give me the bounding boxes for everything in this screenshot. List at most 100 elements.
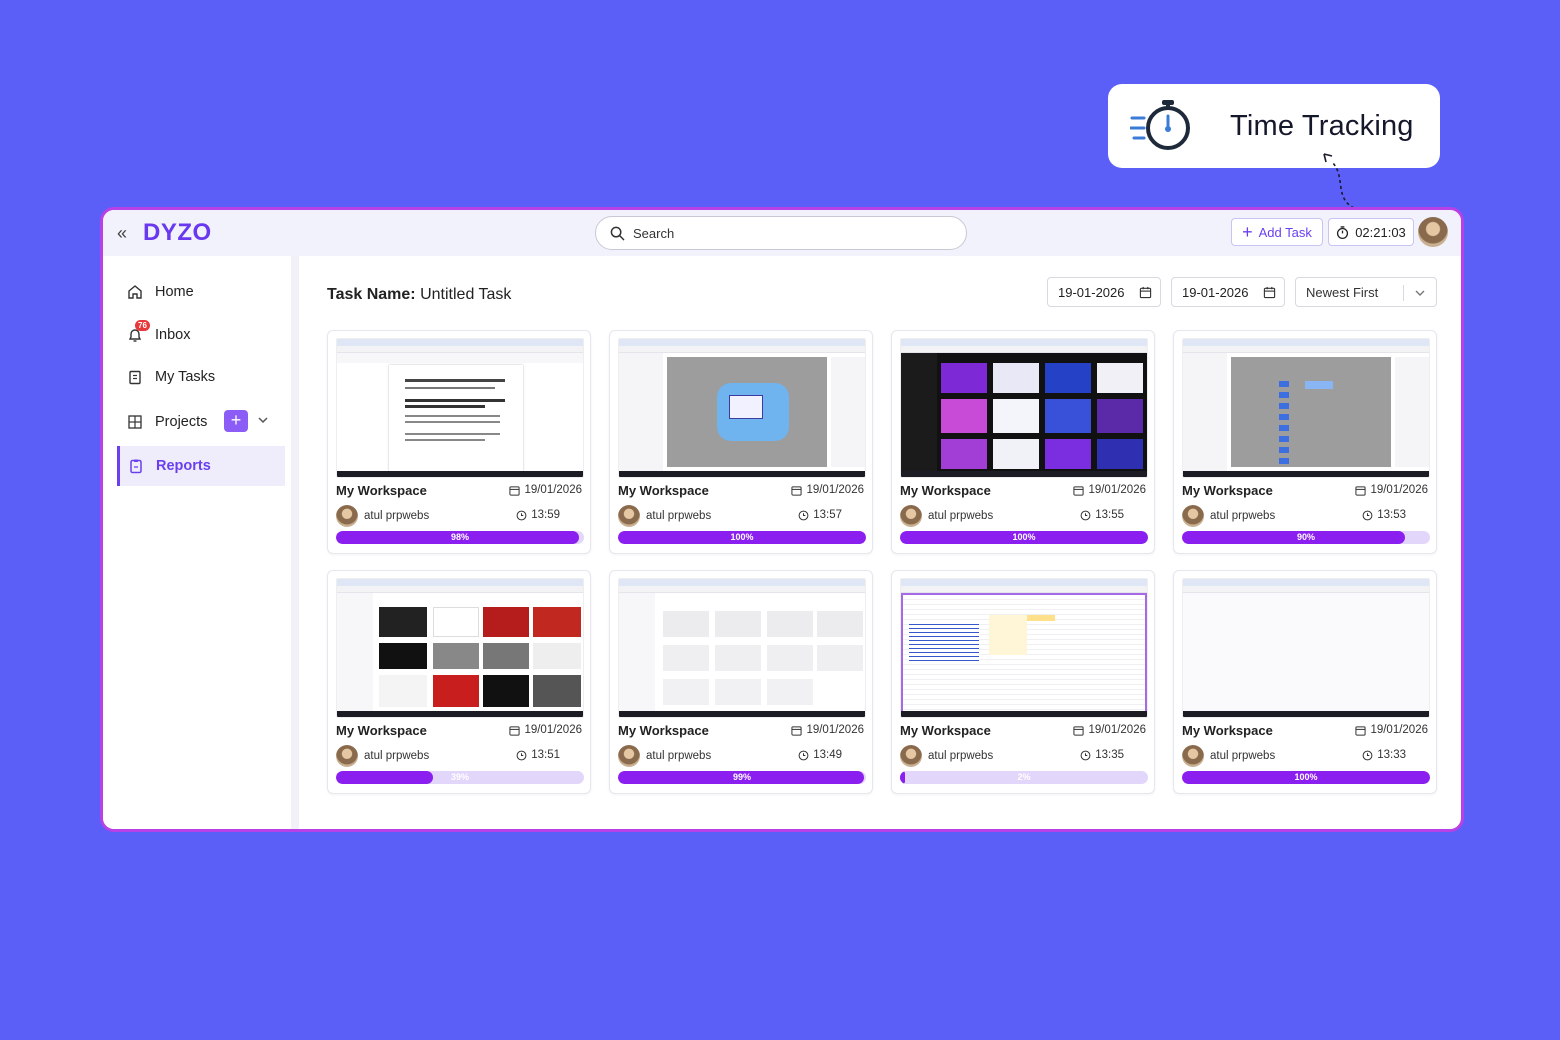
time-value: 13:55 — [1095, 509, 1124, 521]
user-avatar — [336, 745, 358, 767]
date-value: 19/01/2026 — [524, 484, 582, 496]
capture-time: 13:53 — [1362, 509, 1406, 521]
user-avatar[interactable] — [1418, 217, 1448, 247]
screenshot-card[interactable]: My Workspace 19/01/2026 atul prpwebs 13:59 9… — [327, 330, 591, 554]
screenshot-thumbnail[interactable] — [1182, 338, 1430, 478]
add-task-button[interactable]: + Add Task — [1231, 218, 1323, 246]
capture-date: 19/01/2026 — [1073, 484, 1146, 496]
screenshot-thumbnail[interactable] — [900, 338, 1148, 478]
user-name: atul prpwebs — [928, 750, 994, 762]
time-value: 13:49 — [813, 749, 842, 761]
screenshot-card[interactable]: My Workspace 19/01/2026 atul prpwebs 13:57 1… — [609, 330, 873, 554]
user-name: atul prpwebs — [364, 510, 430, 522]
user-avatar — [1182, 745, 1204, 767]
screenshot-card[interactable]: My Workspace 19/01/2026 atul prpwebs 13:51 3… — [327, 570, 591, 794]
calendar-icon — [1355, 485, 1367, 496]
search-input[interactable]: Search — [595, 216, 967, 250]
workspace-name: My Workspace — [618, 723, 709, 738]
capture-date: 19/01/2026 — [1355, 484, 1428, 496]
sort-divider — [1403, 285, 1404, 301]
sidebar: Home 76 Inbox My Tasks Projects + Report… — [103, 256, 299, 829]
screenshot-thumbnail[interactable] — [618, 338, 866, 478]
user-name: atul prpwebs — [646, 510, 712, 522]
sidebar-item-reports[interactable]: Reports — [117, 446, 285, 486]
app-window: « DYZO Search + Add Task 02:21:03 Home 7… — [100, 207, 1464, 832]
search-icon — [610, 226, 625, 240]
clipboard-icon — [129, 370, 141, 385]
sidebar-item-label: Inbox — [155, 327, 191, 343]
activity-progress-bar: 39% — [336, 771, 584, 784]
sidebar-item-label: Reports — [156, 458, 211, 474]
progress-label: 100% — [1294, 772, 1318, 782]
timer-button[interactable]: 02:21:03 — [1328, 218, 1414, 246]
calendar-icon — [509, 485, 521, 496]
clock-icon — [1362, 510, 1373, 520]
workspace-name: My Workspace — [1182, 723, 1273, 738]
time-value: 13:35 — [1095, 749, 1124, 761]
clock-icon — [1080, 750, 1091, 760]
progress-label: 98% — [450, 532, 469, 542]
stopwatch-icon — [1130, 100, 1190, 150]
clock-icon — [516, 750, 527, 760]
screenshot-card[interactable]: My Workspace 19/01/2026 atul prpwebs 13:55 1… — [891, 330, 1155, 554]
capture-time: 13:35 — [1080, 749, 1124, 761]
screenshot-card[interactable]: My Workspace 19/01/2026 atul prpwebs 13:53 9… — [1173, 330, 1437, 554]
date-value: 19/01/2026 — [524, 724, 582, 736]
clock-icon — [1080, 510, 1091, 520]
task-name-label: Task Name: — [327, 286, 416, 303]
screenshot-card[interactable]: My Workspace 19/01/2026 atul prpwebs 13:49 9… — [609, 570, 873, 794]
user-name: atul prpwebs — [928, 510, 994, 522]
sidebar-item-home[interactable]: Home — [117, 272, 285, 312]
workspace-name: My Workspace — [900, 723, 991, 738]
workspace-name: My Workspace — [1182, 483, 1273, 498]
sidebar-item-projects[interactable]: Projects + — [117, 402, 285, 442]
screenshot-thumbnail[interactable] — [336, 338, 584, 478]
activity-progress-bar: 100% — [618, 531, 866, 544]
plus-icon: + — [1242, 222, 1253, 242]
sidebar-item-label: Projects — [155, 414, 208, 430]
date-value: 19/01/2026 — [1088, 724, 1146, 736]
calendar-icon — [1073, 725, 1085, 736]
capture-date: 19/01/2026 — [509, 484, 582, 496]
user-avatar — [900, 505, 922, 527]
time-tracking-callout: Time Tracking — [1108, 84, 1440, 168]
screenshot-card[interactable]: My Workspace 19/01/2026 atul prpwebs 13:33 1… — [1173, 570, 1437, 794]
time-value: 13:53 — [1377, 509, 1406, 521]
screenshot-thumbnail[interactable] — [900, 578, 1148, 718]
screenshot-thumbnail[interactable] — [1182, 578, 1430, 718]
sidebar-item-my-tasks[interactable]: My Tasks — [117, 357, 285, 397]
chevron-down-icon[interactable] — [257, 414, 269, 426]
screenshot-thumbnail[interactable] — [336, 578, 584, 718]
screenshot-card[interactable]: My Workspace 19/01/2026 atul prpwebs 13:35 2… — [891, 570, 1155, 794]
activity-progress-bar: 98% — [336, 531, 584, 544]
page-title: Task Name: Untitled Task — [327, 286, 511, 304]
add-task-label: Add Task — [1258, 224, 1312, 240]
date-from-picker[interactable]: 19-01-2026 — [1047, 277, 1161, 307]
add-project-button[interactable]: + — [224, 410, 248, 432]
capture-time: 13:55 — [1080, 509, 1124, 521]
calendar-icon — [1139, 286, 1152, 299]
user-avatar — [618, 505, 640, 527]
sidebar-item-inbox[interactable]: 76 Inbox — [117, 315, 285, 355]
progress-label: 99% — [732, 772, 751, 782]
workspace-name: My Workspace — [618, 483, 709, 498]
progress-label: 90% — [1296, 532, 1315, 542]
workspace-name: My Workspace — [336, 723, 427, 738]
calendar-icon — [791, 485, 803, 496]
main-content: Task Name: Untitled Task 19-01-2026 19-0… — [307, 256, 1457, 829]
calendar-icon — [1073, 485, 1085, 496]
user-avatar — [900, 745, 922, 767]
date-value: 19/01/2026 — [1088, 484, 1146, 496]
sidebar-item-label: Home — [155, 284, 194, 300]
collapse-sidebar-icon[interactable]: « — [117, 224, 127, 242]
activity-progress-bar: 100% — [1182, 771, 1430, 784]
date-to-picker[interactable]: 19-01-2026 — [1171, 277, 1285, 307]
dyzo-logo[interactable]: DYZO — [143, 219, 212, 247]
date-value: 19/01/2026 — [1370, 484, 1428, 496]
screenshot-thumbnail[interactable] — [618, 578, 866, 718]
sort-select[interactable]: Newest First — [1295, 277, 1437, 307]
capture-date: 19/01/2026 — [509, 724, 582, 736]
calendar-icon — [509, 725, 521, 736]
activity-progress-bar: 90% — [1182, 531, 1430, 544]
date-value: 19/01/2026 — [1370, 724, 1428, 736]
